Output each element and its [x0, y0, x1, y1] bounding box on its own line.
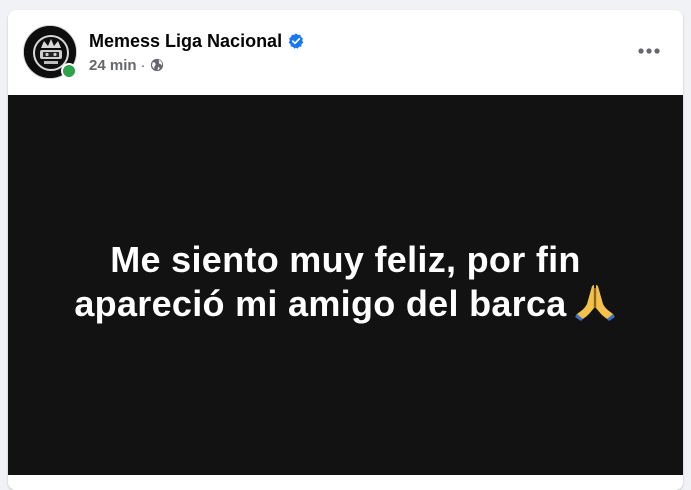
post-media-text: Me siento muy feliz, por fin apareció mi… [36, 238, 656, 332]
online-status-dot [61, 63, 77, 79]
post-timestamp[interactable]: 24 min [89, 57, 137, 74]
post-media-image[interactable]: Me siento muy feliz, por fin apareció mi… [8, 95, 683, 475]
media-text-line-1: Me siento muy feliz, por fin [110, 239, 581, 280]
post-card: Memess Liga Nacional 24 min · Me siento … [8, 10, 683, 490]
page-name-link[interactable]: Memess Liga Nacional [89, 31, 282, 52]
post-footer [8, 475, 683, 490]
meta-separator: · [140, 56, 146, 74]
media-text-line-2: apareció mi amigo del barca [74, 283, 567, 324]
post-meta: 24 min · [89, 56, 164, 74]
verified-badge-icon [288, 33, 304, 49]
author-row: Memess Liga Nacional [89, 30, 304, 52]
folded-hands-emoji-icon [573, 282, 617, 332]
post-header: Memess Liga Nacional 24 min · [8, 10, 683, 94]
more-options-button[interactable] [631, 33, 667, 69]
more-options-icon [638, 48, 660, 54]
page-avatar[interactable] [23, 25, 77, 79]
globe-icon[interactable] [150, 58, 164, 72]
